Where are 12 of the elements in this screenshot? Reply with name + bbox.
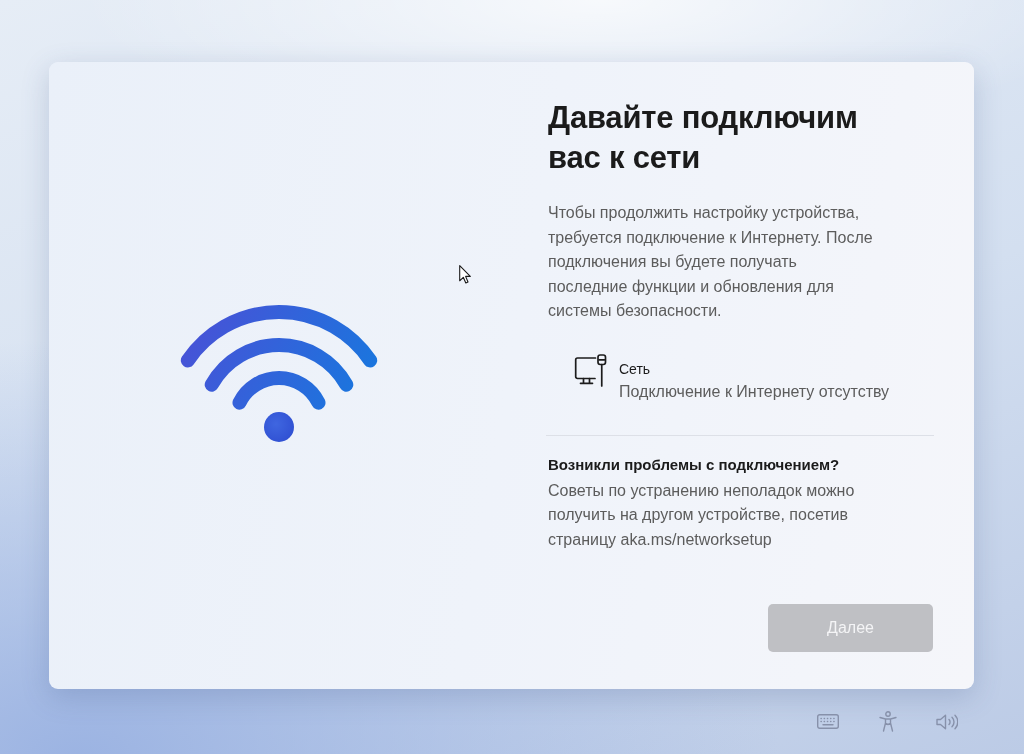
monitor-plug-icon: [574, 353, 608, 388]
network-name: Сеть: [619, 359, 652, 379]
page-title: Давайте подключим вас к сети: [548, 99, 859, 177]
volume-icon[interactable]: [936, 713, 958, 730]
keyboard-icon[interactable]: [817, 714, 839, 729]
help-heading: Возникли проблемы с подключением?: [548, 454, 841, 475]
description-text: Чтобы продолжить настройку устройства, требуется подключение к Интернету. После подключения вы будете получать последние функции и обновления для системы безопасности.: [548, 203, 874, 321]
mouse-pointer-icon: [459, 265, 471, 284]
accessibility-icon[interactable]: [878, 711, 897, 732]
wifi-icon: [180, 304, 378, 443]
help-text: Советы по устранению неполадок можно получить на другом устройстве, посетив страницу aka.ms/networksetup: [548, 480, 856, 550]
network-status: Подключение к Интернету отсутству: [619, 381, 890, 402]
